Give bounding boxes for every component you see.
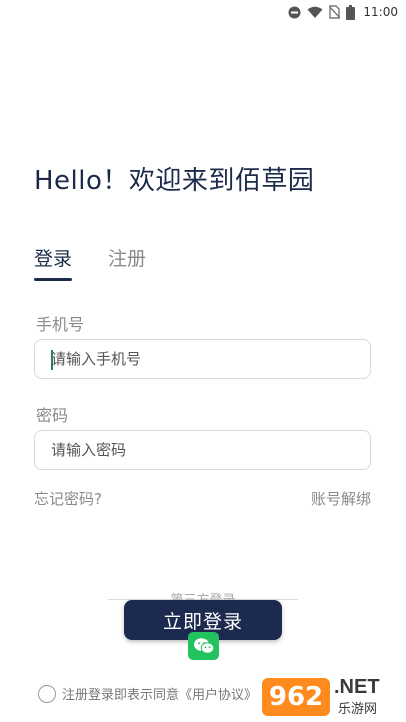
no-sim-icon	[329, 5, 341, 19]
greeting-title: Hello！欢迎来到佰草园	[34, 166, 315, 196]
agreement-radio[interactable]	[38, 684, 56, 703]
status-time: 11:00	[363, 5, 398, 19]
watermark-net: .NET	[334, 676, 380, 698]
password-label: 密码	[36, 406, 69, 425]
phone-input[interactable]	[51, 350, 370, 368]
tab-login[interactable]: 登录	[34, 244, 73, 281]
password-field[interactable]	[34, 430, 371, 470]
agreement-row: 注册登录即表示同意《用户协议》 和	[38, 684, 276, 703]
site-watermark: 962 .NET 乐游网	[262, 676, 402, 718]
wechat-icon	[193, 638, 214, 654]
auth-tabs: 登录 注册	[34, 244, 146, 281]
agreement-text: 注册登录即表示同意《用户协议》	[62, 688, 258, 703]
phone-label: 手机号	[36, 315, 85, 334]
text-caret	[51, 350, 53, 370]
watermark-number: 962	[262, 678, 330, 716]
wechat-login-button[interactable]	[188, 632, 219, 660]
account-unbind-link[interactable]: 账号解绑	[311, 488, 371, 509]
status-icons: 11:00	[288, 3, 398, 21]
account-links: 忘记密码? 账号解绑	[34, 488, 371, 509]
status-bar: 11:00	[0, 0, 406, 24]
phone-field[interactable]	[34, 339, 371, 379]
watermark-site: 乐游网	[338, 698, 378, 717]
password-input[interactable]	[51, 441, 370, 459]
dnd-icon	[288, 6, 301, 18]
battery-icon	[346, 4, 356, 20]
tab-register[interactable]: 注册	[108, 244, 146, 281]
wifi-icon	[307, 6, 323, 18]
forgot-password-link[interactable]: 忘记密码?	[34, 488, 102, 509]
